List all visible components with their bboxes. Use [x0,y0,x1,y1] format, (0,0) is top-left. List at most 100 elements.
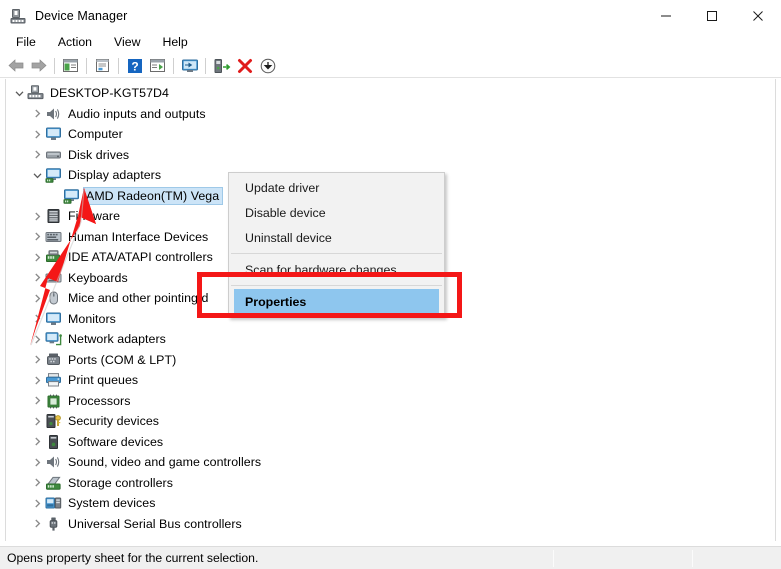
tree-item-label: Display adapters [68,168,162,183]
context-menu[interactable]: Update driver Disable device Uninstall d… [228,172,445,318]
tree-item-label: System devices [68,496,156,511]
processor-icon [45,393,62,409]
tree-item-disk-drives[interactable]: Disk drives [6,145,775,166]
software-device-icon [45,434,62,450]
update-driver-icon[interactable] [178,55,201,77]
close-button[interactable] [735,0,781,31]
tree-item-ports-com-lpt[interactable]: Ports (COM & LPT) [6,350,775,371]
chevron-right-icon[interactable] [29,249,45,265]
tree-item-network-adapters[interactable]: Network adapters [6,329,775,350]
tree-item-sound-video-and-game-controllers[interactable]: Sound, video and game controllers [6,452,775,473]
monitor-icon [45,311,62,327]
tree-item-software-devices[interactable]: Software devices [6,432,775,453]
disable-device-icon[interactable] [256,55,279,77]
minimize-button[interactable] [643,0,689,31]
context-menu-separator [231,253,442,254]
chevron-right-icon[interactable] [29,495,45,511]
chevron-right-icon[interactable] [29,413,45,429]
status-bar-divider [692,550,693,567]
display-adapter-icon [63,188,80,204]
menu-bar: File Action View Help [0,31,781,54]
scan-for-hardware-changes-icon[interactable] [210,55,233,77]
toolbar-separator [54,57,55,74]
context-menu-item-scan-for-hardware-changes[interactable]: Scan for hardware changes [229,257,444,282]
context-menu-item-disable-device[interactable]: Disable device [229,200,444,225]
menu-view[interactable]: View [103,32,151,53]
tree-item-computer[interactable]: Computer [6,124,775,145]
context-menu-separator [231,285,442,286]
tree-item-label: Human Interface Devices [68,229,209,244]
chevron-right-icon[interactable] [29,270,45,286]
status-bar-text: Opens property sheet for the current sel… [7,551,259,565]
context-menu-item-properties[interactable]: Properties [234,289,439,315]
tree-item-print-queues[interactable]: Print queues [6,370,775,391]
chevron-right-icon[interactable] [29,516,45,532]
menu-help[interactable]: Help [151,32,198,53]
chevron-right-icon[interactable] [29,126,45,142]
toolbar: ? [0,54,781,78]
chevron-right-icon[interactable] [29,372,45,388]
usb-icon [45,516,62,532]
keyboard-icon [45,270,62,286]
tree-root-row[interactable]: DESKTOP-KGT57D4 [6,83,775,104]
tree-item-storage-controllers[interactable]: Storage controllers [6,473,775,494]
chevron-right-icon[interactable] [29,290,45,306]
tree-item-audio-inputs-and-outputs[interactable]: Audio inputs and outputs [6,104,775,125]
chevron-down-icon[interactable] [29,167,45,183]
tree-item-processors[interactable]: Processors [6,391,775,412]
chevron-right-icon[interactable] [29,475,45,491]
tree-item-label: IDE ATA/ATAPI controllers [68,250,213,265]
printer-icon [45,372,62,388]
chevron-right-icon[interactable] [29,393,45,409]
chevron-right-icon[interactable] [29,311,45,327]
menu-action[interactable]: Action [47,32,103,53]
chevron-down-icon[interactable] [11,85,27,101]
chevron-none-icon [47,188,63,204]
context-menu-item-update-driver[interactable]: Update driver [229,175,444,200]
tree-item-label: Processors [68,393,131,408]
tree-item-universal-serial-bus-controllers[interactable]: Universal Serial Bus controllers [6,514,775,535]
tree-item-system-devices[interactable]: System devices [6,493,775,514]
help-icon[interactable]: ? [123,55,146,77]
tree-item-label: Sound, video and game controllers [68,455,262,470]
chevron-right-icon[interactable] [29,229,45,245]
tree-item-security-devices[interactable]: Security devices [6,411,775,432]
forward-icon[interactable] [27,55,50,77]
status-bar-divider [553,550,554,567]
device-manager-icon [10,8,26,24]
chevron-right-icon[interactable] [29,331,45,347]
chevron-right-icon[interactable] [29,434,45,450]
network-adapter-icon [45,331,62,347]
properties-icon[interactable] [91,55,114,77]
chevron-right-icon[interactable] [29,147,45,163]
show-hide-console-tree-icon[interactable] [59,55,82,77]
ide-controller-icon [45,249,62,265]
tree-children: Audio inputs and outputs Computer Disk dri… [6,104,775,535]
tree-item-label: Monitors [68,311,116,326]
maximize-button[interactable] [689,0,735,31]
tree-item-label: Security devices [68,414,160,429]
toolbar-separator [86,57,87,74]
mouse-icon [45,290,62,306]
tree-item-label: Computer [68,127,123,142]
chevron-right-icon[interactable] [29,208,45,224]
tree-item-label: Universal Serial Bus controllers [68,516,242,531]
uninstall-device-icon[interactable] [233,55,256,77]
speaker-icon [45,106,62,122]
view-icon[interactable] [146,55,169,77]
status-bar: Opens property sheet for the current sel… [0,546,781,569]
chevron-right-icon[interactable] [29,106,45,122]
system-device-icon [45,495,62,511]
display-adapter-icon [45,167,62,183]
chevron-right-icon[interactable] [29,454,45,470]
chevron-right-icon[interactable] [29,352,45,368]
back-icon[interactable] [4,55,27,77]
disk-drive-icon [45,147,62,163]
menu-file[interactable]: File [5,32,47,53]
tree-item-label: Network adapters [68,332,166,347]
firmware-icon [45,208,62,224]
context-menu-item-uninstall-device[interactable]: Uninstall device [229,225,444,250]
tree-item-label: AMD Radeon(TM) Vega [84,187,223,204]
toolbar-separator [118,57,119,74]
window-controls [643,0,781,31]
